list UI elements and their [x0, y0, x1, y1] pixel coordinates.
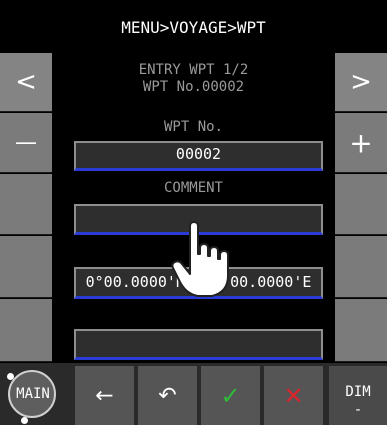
minus-icon: — [15, 130, 37, 155]
main-button[interactable]: MAIN [3, 366, 63, 425]
chevron-right-icon: > [350, 67, 372, 97]
minus-button[interactable]: — [0, 113, 52, 173]
back-button[interactable]: ← [75, 366, 134, 425]
wpt-no-field[interactable]: 00002 [74, 141, 323, 171]
dim-button[interactable]: DIM - [329, 366, 387, 425]
chevron-left-icon: < [15, 67, 37, 97]
extra-field[interactable] [74, 329, 323, 360]
left-blank-button-2[interactable] [0, 236, 52, 298]
undo-icon: ↶ [158, 383, 177, 408]
dim-label: DIM [345, 384, 371, 400]
close-icon: ✕ [283, 381, 304, 410]
plus-button[interactable]: + [335, 113, 387, 173]
entry-line-2: WPT No.00002 [142, 79, 245, 95]
arrow-left-icon: ← [95, 383, 114, 408]
wpt-no-value: 00002 [175, 145, 222, 163]
checkmark-icon: ✓ [220, 381, 241, 410]
ok-button[interactable]: ✓ [201, 366, 260, 425]
right-blank-button-2[interactable] [335, 236, 387, 298]
entry-line-1: ENTRY WPT 1/2 [138, 62, 249, 78]
right-blank-button-3[interactable] [335, 299, 387, 362]
page-title: MENU>VOYAGE>WPT [121, 18, 266, 37]
hand-pointer-icon [171, 221, 229, 297]
right-blank-button-1[interactable] [335, 174, 387, 235]
prev-button[interactable]: < [0, 53, 52, 112]
main-label: MAIN [16, 386, 50, 402]
next-button[interactable]: > [335, 53, 387, 112]
wpt-no-label: WPT No. [163, 119, 223, 135]
comment-label: COMMENT [163, 180, 223, 196]
cancel-button[interactable]: ✕ [264, 366, 323, 425]
left-blank-button-1[interactable] [0, 174, 52, 235]
plus-icon: + [349, 126, 373, 159]
dim-minus-label: - [353, 402, 363, 418]
undo-button[interactable]: ↶ [138, 366, 197, 425]
left-blank-button-3[interactable] [0, 299, 52, 362]
